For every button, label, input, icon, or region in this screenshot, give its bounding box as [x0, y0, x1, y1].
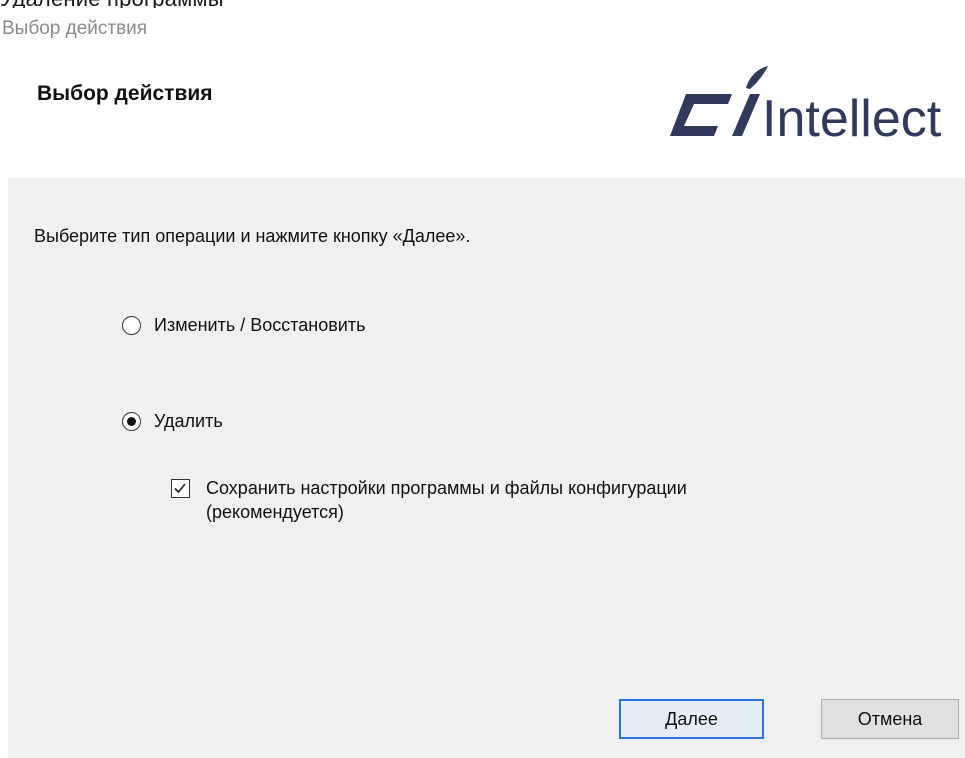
option-modify-repair[interactable]: Изменить / Восстановить — [122, 315, 365, 336]
window-title: Удаление программы — [0, 0, 224, 8]
logo-text: Intellect — [762, 90, 942, 148]
modify-repair-label: Изменить / Восстановить — [154, 315, 366, 335]
keep-settings-label: Сохранить настройки программы и файлы ко… — [206, 478, 687, 522]
next-button[interactable]: Далее — [619, 699, 764, 739]
cancel-button[interactable]: Отмена — [821, 699, 959, 739]
window-caption: Выбор действия — [2, 18, 148, 39]
remove-radio[interactable] — [122, 412, 141, 431]
installer-window: Удаление программы Выбор действия Выбор … — [0, 0, 965, 758]
header-panel: Выбор действия Intellect — [0, 50, 965, 178]
intellect-logo: Intellect — [670, 66, 942, 148]
remove-label: Удалить — [154, 411, 223, 431]
content-panel: Выберите тип операции и нажмите кнопку «… — [8, 178, 965, 758]
instruction-text: Выберите тип операции и нажмите кнопку «… — [34, 226, 471, 246]
keep-settings-option[interactable]: Сохранить настройки программы и файлы ко… — [171, 476, 826, 524]
window-title-bar: Удаление программы — [0, 0, 965, 8]
page-title: Выбор действия — [37, 82, 213, 105]
keep-settings-checkbox[interactable] — [171, 479, 190, 498]
checkmark-icon — [174, 483, 186, 494]
option-remove[interactable]: Удалить — [122, 411, 223, 432]
modify-repair-radio[interactable] — [122, 316, 141, 335]
